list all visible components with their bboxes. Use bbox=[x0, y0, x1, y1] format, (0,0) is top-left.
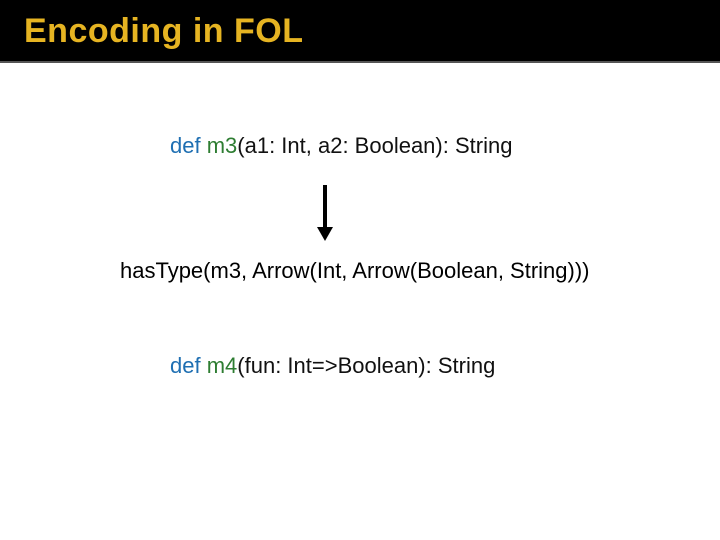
slide: Encoding in FOL def m3(a1: Int, a2: Bool… bbox=[0, 0, 720, 540]
signature-line-2: def m4(fun: Int=>Boolean): String bbox=[170, 353, 495, 379]
method-name-1: m3 bbox=[201, 133, 238, 158]
fol-encoding-line: hasType(m3, Arrow(Int, Arrow(Boolean, St… bbox=[120, 258, 590, 284]
method-name-2: m4 bbox=[201, 353, 238, 378]
slide-title: Encoding in FOL bbox=[24, 12, 303, 50]
keyword-def-2: def bbox=[170, 353, 201, 378]
slide-body: def m3(a1: Int, a2: Boolean): String has… bbox=[0, 63, 720, 531]
params-1: (a1: Int, a2: Boolean): String bbox=[237, 133, 512, 158]
keyword-def-1: def bbox=[170, 133, 201, 158]
title-bar: Encoding in FOL bbox=[0, 0, 720, 63]
down-arrow-icon bbox=[315, 183, 335, 248]
params-2: (fun: Int=>Boolean): String bbox=[237, 353, 495, 378]
signature-line-1: def m3(a1: Int, a2: Boolean): String bbox=[170, 133, 512, 159]
